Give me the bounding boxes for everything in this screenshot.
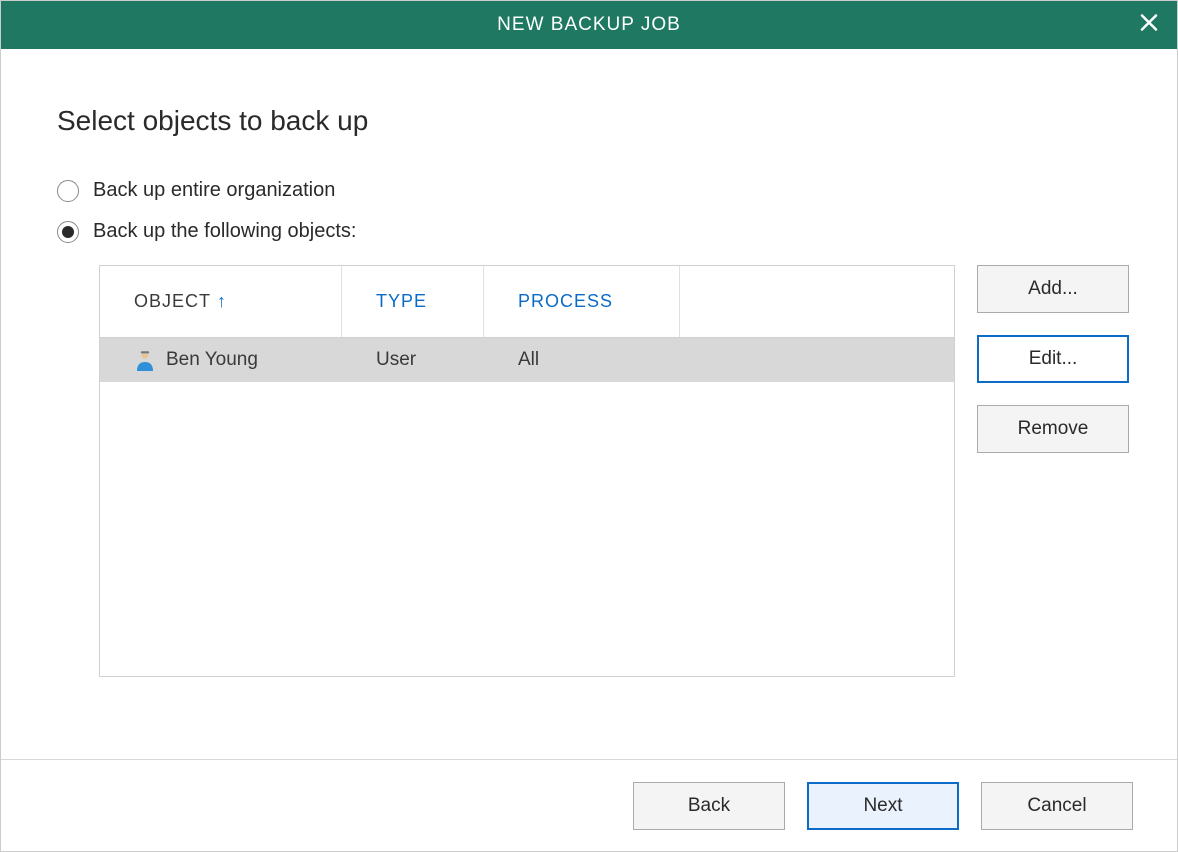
cell-text: Ben Young — [166, 349, 258, 371]
radio-specific-objects[interactable]: Back up the following objects: — [57, 220, 1129, 243]
back-button[interactable]: Back — [633, 782, 785, 830]
cancel-button[interactable]: Cancel — [981, 782, 1133, 830]
radio-icon — [57, 180, 79, 202]
column-spacer — [680, 266, 954, 337]
close-icon[interactable] — [1139, 13, 1159, 38]
cell-type: User — [342, 349, 484, 371]
scope-radio-group: Back up entire organization Back up the … — [57, 179, 1129, 243]
sort-ascending-icon: ↑ — [217, 291, 227, 312]
column-label: TYPE — [376, 291, 427, 312]
cell-process: All — [484, 349, 680, 371]
column-label: PROCESS — [518, 291, 613, 312]
radio-icon — [57, 221, 79, 243]
titlebar: NEW BACKUP JOB — [1, 1, 1177, 49]
cell-object: Ben Young — [100, 349, 342, 371]
column-process[interactable]: PROCESS — [484, 266, 680, 337]
window-title: NEW BACKUP JOB — [497, 14, 681, 36]
next-button[interactable]: Next — [807, 782, 959, 830]
column-type[interactable]: TYPE — [342, 266, 484, 337]
user-icon — [134, 349, 156, 371]
radio-label: Back up entire organization — [93, 179, 335, 202]
table-row[interactable]: Ben Young User All — [100, 338, 954, 382]
page-heading: Select objects to back up — [57, 105, 1129, 137]
objects-area: OBJECT ↑ TYPE PROCESS — [99, 265, 1129, 677]
add-button[interactable]: Add... — [977, 265, 1129, 313]
remove-button[interactable]: Remove — [977, 405, 1129, 453]
wizard-footer: Back Next Cancel — [1, 759, 1177, 851]
edit-button[interactable]: Edit... — [977, 335, 1129, 383]
dialog-content: Select objects to back up Back up entire… — [1, 49, 1177, 759]
table-header: OBJECT ↑ TYPE PROCESS — [100, 266, 954, 338]
radio-label: Back up the following objects: — [93, 220, 357, 243]
side-buttons: Add... Edit... Remove — [977, 265, 1129, 677]
column-label: OBJECT — [134, 291, 211, 312]
objects-table: OBJECT ↑ TYPE PROCESS — [99, 265, 955, 677]
radio-entire-org[interactable]: Back up entire organization — [57, 179, 1129, 202]
column-object[interactable]: OBJECT ↑ — [100, 266, 342, 337]
